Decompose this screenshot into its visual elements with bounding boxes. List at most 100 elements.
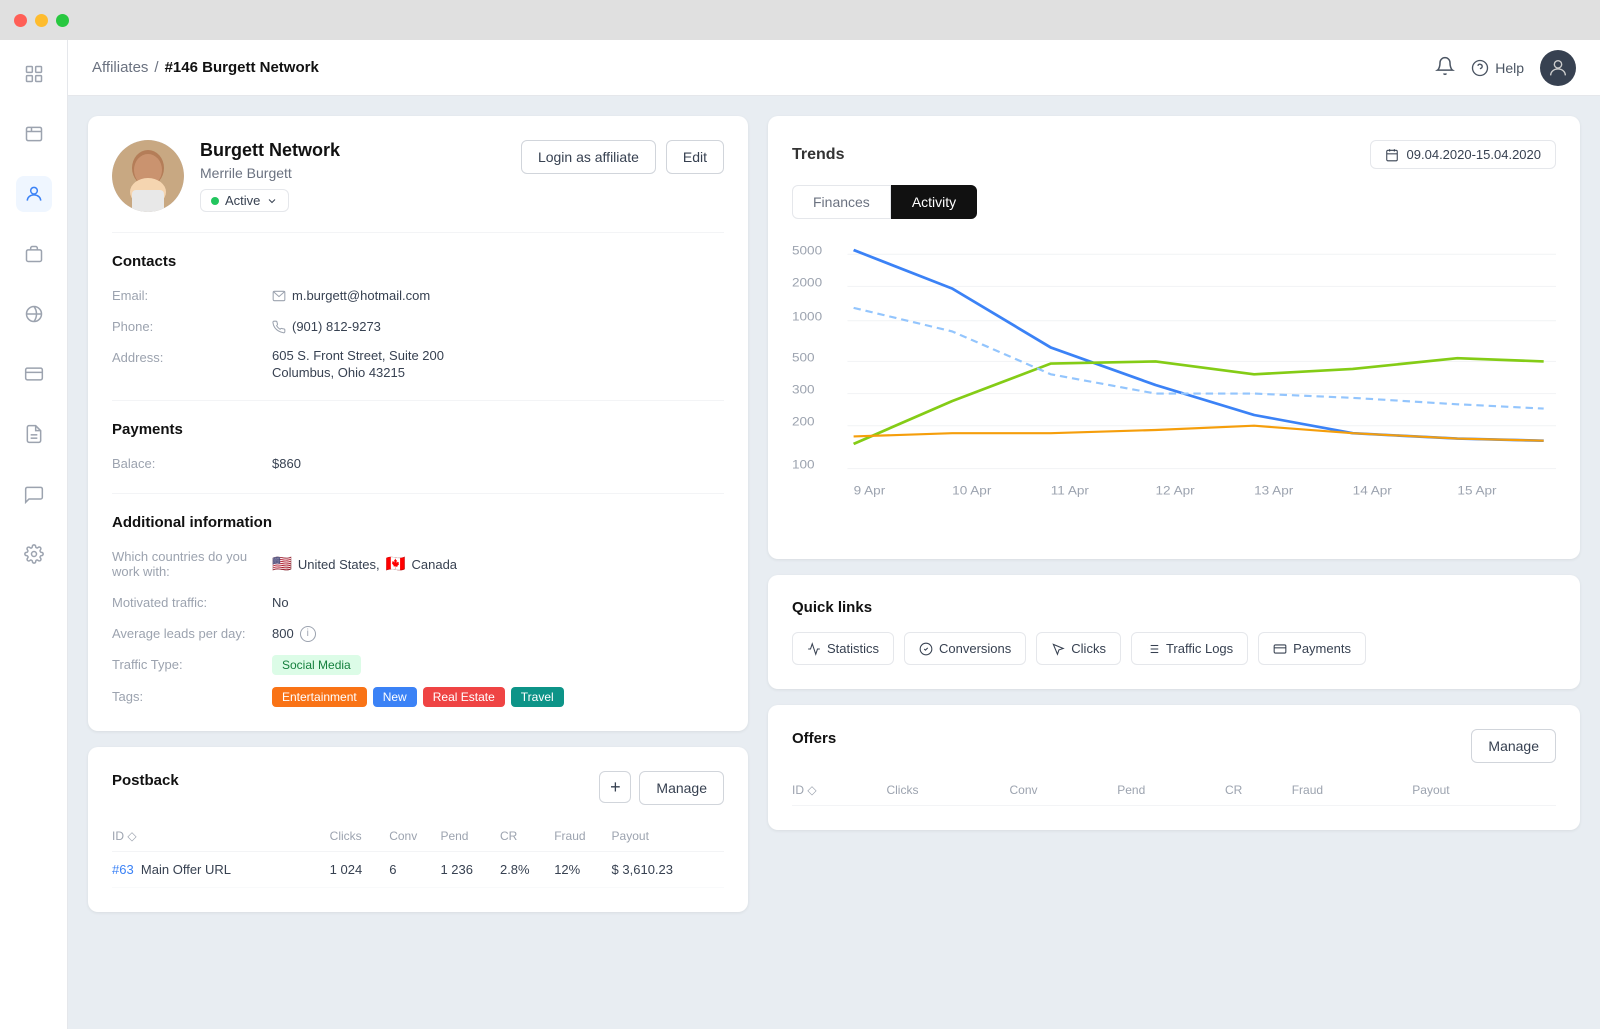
- col-payout: Payout: [612, 821, 724, 852]
- offers-col-clicks: Clicks: [886, 775, 1009, 806]
- profile-name: Burgett Network: [200, 140, 505, 161]
- col-conv: Conv: [389, 821, 440, 852]
- main-content: Affiliates / #146 Burgett Network Help: [68, 40, 1600, 1029]
- profile-avatar: [112, 140, 184, 212]
- tab-activity[interactable]: Activity: [891, 185, 977, 219]
- divider-3: [112, 493, 724, 494]
- svg-text:1000: 1000: [792, 311, 822, 324]
- quick-links-list: Statistics Conversions Clicks Traff: [792, 632, 1556, 665]
- minimize-dot[interactable]: [35, 14, 48, 27]
- status-badge[interactable]: Active: [200, 189, 289, 212]
- breadcrumb-parent[interactable]: Affiliates: [92, 59, 148, 76]
- sidebar-item-offers[interactable]: [16, 236, 52, 272]
- postback-card: Postback + Manage ID ◇ Clicks Conv: [88, 747, 748, 912]
- sidebar-item-reports[interactable]: [16, 416, 52, 452]
- payments-section-title: Payments: [112, 421, 724, 438]
- row-clicks: 1 024: [330, 852, 390, 888]
- notifications-button[interactable]: [1435, 56, 1455, 79]
- svg-text:5000: 5000: [792, 244, 822, 257]
- col-id: ID ◇: [112, 821, 330, 852]
- tab-finances[interactable]: Finances: [792, 185, 891, 219]
- date-range-picker[interactable]: 09.04.2020-15.04.2020: [1370, 140, 1556, 169]
- trend-tabs: Finances Activity: [792, 185, 1556, 219]
- avg-leads-value: 800 i: [272, 624, 724, 643]
- svg-text:200: 200: [792, 416, 815, 429]
- profile-header: Burgett Network Merrile Burgett Active L…: [112, 140, 724, 212]
- svg-text:15 Apr: 15 Apr: [1457, 484, 1497, 497]
- trends-header: Trends 09.04.2020-15.04.2020: [792, 140, 1556, 169]
- maximize-dot[interactable]: [56, 14, 69, 27]
- info-icon[interactable]: i: [300, 626, 316, 642]
- manage-postback-button[interactable]: Manage: [639, 771, 724, 805]
- quick-links-title: Quick links: [792, 599, 1556, 616]
- contacts-grid: Email: m.burgett@hotmail.com Phone: (901…: [112, 286, 724, 380]
- svg-text:11 Apr: 11 Apr: [1051, 484, 1090, 497]
- offers-table: ID ◇ Clicks Conv Pend CR Fraud Payout: [792, 775, 1556, 806]
- sidebar-item-affiliates[interactable]: [16, 176, 52, 212]
- blue-line: [854, 250, 1544, 441]
- trends-title: Trends: [792, 146, 844, 164]
- manage-offers-button[interactable]: Manage: [1471, 729, 1556, 763]
- date-range-label: 09.04.2020-15.04.2020: [1407, 147, 1541, 162]
- svg-text:100: 100: [792, 458, 815, 471]
- traffic-type-value: Social Media: [272, 655, 724, 675]
- sidebar-item-network[interactable]: [16, 296, 52, 332]
- svg-text:9 Apr: 9 Apr: [854, 484, 886, 497]
- row-cr: 2.8%: [500, 852, 554, 888]
- green-line: [854, 358, 1544, 444]
- email-value: m.burgett@hotmail.com: [272, 286, 724, 305]
- offers-col-pend: Pend: [1117, 775, 1225, 806]
- help-button[interactable]: Help: [1471, 59, 1524, 77]
- status-dot: [211, 197, 219, 205]
- avg-leads-label: Average leads per day:: [112, 624, 272, 643]
- conversions-icon: [919, 642, 933, 656]
- tags-value: Entertainment New Real Estate Travel: [272, 687, 724, 707]
- col-fraud: Fraud: [554, 821, 611, 852]
- sidebar-item-messages[interactable]: [16, 476, 52, 512]
- quick-link-clicks[interactable]: Clicks: [1036, 632, 1121, 665]
- row-conv: 6: [389, 852, 440, 888]
- additional-section-title: Additional information: [112, 514, 724, 531]
- close-dot[interactable]: [14, 14, 27, 27]
- traffic-logs-icon: [1146, 642, 1160, 656]
- quick-link-conversions[interactable]: Conversions: [904, 632, 1026, 665]
- motivated-label: Motivated traffic:: [112, 593, 272, 612]
- add-postback-button[interactable]: +: [599, 771, 631, 803]
- payments-icon: [1273, 642, 1287, 656]
- quick-link-statistics[interactable]: Statistics: [792, 632, 894, 665]
- offers-title: Offers: [792, 730, 836, 747]
- additional-grid: Which countries do you work with: 🇺🇸 Uni…: [112, 547, 724, 707]
- phone-label: Phone:: [112, 317, 272, 336]
- col-pend: Pend: [440, 821, 500, 852]
- statistics-icon: [807, 642, 821, 656]
- topbar-actions: Help: [1435, 50, 1576, 86]
- phone-value: (901) 812-9273: [272, 317, 724, 336]
- trends-chart: 5000 2000 1000 500 300 200 100: [792, 235, 1556, 535]
- tag-new: New: [373, 687, 417, 707]
- profile-card: Burgett Network Merrile Burgett Active L…: [88, 116, 748, 731]
- sidebar-item-contacts[interactable]: [16, 116, 52, 152]
- quick-link-traffic-logs[interactable]: Traffic Logs: [1131, 632, 1248, 665]
- table-row: #63 Main Offer URL 1 024 6 1 236 2.8% 12…: [112, 852, 724, 888]
- offers-col-id: ID ◇: [792, 775, 886, 806]
- sidebar-item-settings[interactable]: [16, 536, 52, 572]
- postback-title: Postback: [112, 772, 179, 789]
- postback-header: Postback + Manage: [112, 771, 724, 805]
- login-as-affiliate-button[interactable]: Login as affiliate: [521, 140, 656, 174]
- clicks-icon: [1051, 642, 1065, 656]
- sidebar-item-payments[interactable]: [16, 356, 52, 392]
- offers-col-payout: Payout: [1412, 775, 1556, 806]
- divider-2: [112, 400, 724, 401]
- flag-us: 🇺🇸: [272, 554, 292, 574]
- motivated-value: No: [272, 593, 724, 612]
- address-value: 605 S. Front Street, Suite 200 Columbus,…: [272, 348, 724, 380]
- user-avatar[interactable]: [1540, 50, 1576, 86]
- sidebar-item-dashboard[interactable]: [16, 56, 52, 92]
- col-cr: CR: [500, 821, 554, 852]
- quick-link-payments[interactable]: Payments: [1258, 632, 1366, 665]
- edit-button[interactable]: Edit: [666, 140, 724, 174]
- balance-value: $860: [272, 454, 724, 473]
- row-id: #63 Main Offer URL: [112, 852, 330, 888]
- countries-label: Which countries do you work with:: [112, 547, 272, 581]
- breadcrumb: Affiliates / #146 Burgett Network: [92, 59, 319, 76]
